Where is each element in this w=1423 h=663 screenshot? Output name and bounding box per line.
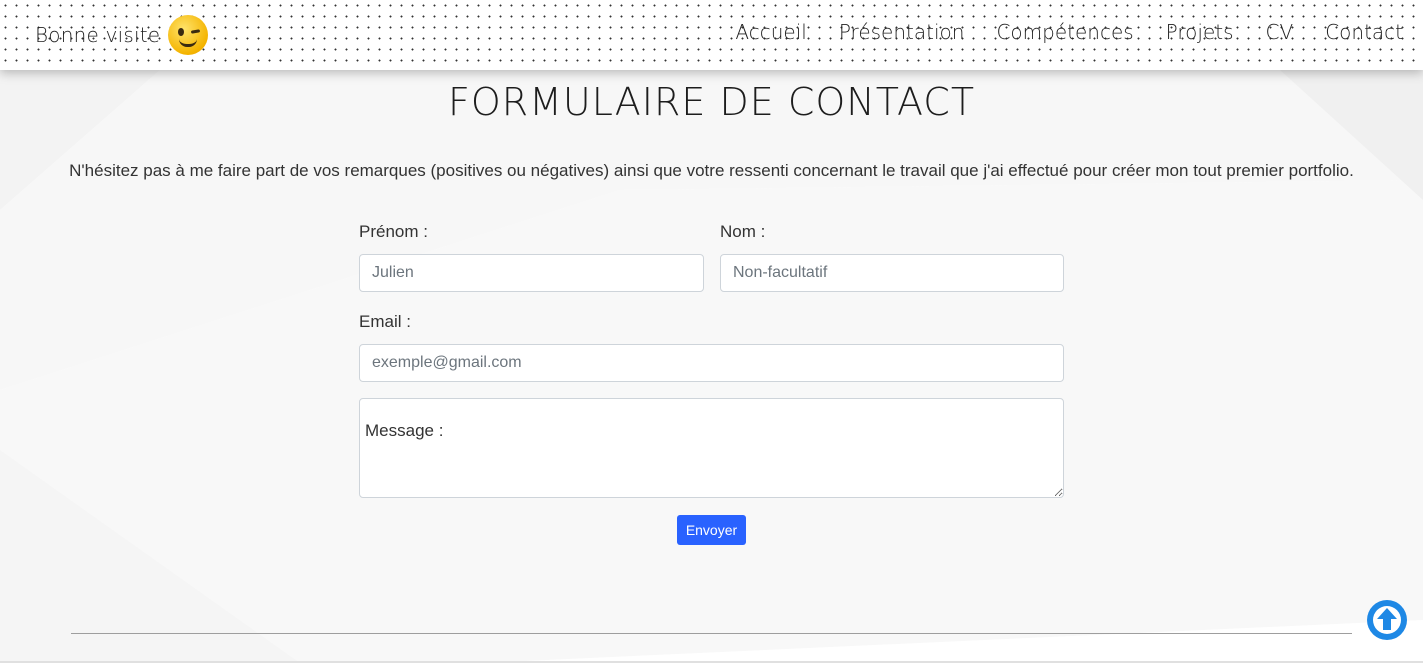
message-textarea[interactable]: [359, 398, 1064, 498]
brand[interactable]: Bonne visite: [35, 15, 209, 55]
nav-link-accueil[interactable]: Accueil: [735, 20, 806, 44]
arrow-up-circle-icon[interactable]: [1367, 600, 1407, 640]
page-title: FORMULAIRE DE CONTACT: [447, 80, 976, 124]
winking-face-icon: [168, 15, 209, 55]
send-button[interactable]: Envoyer: [677, 515, 746, 545]
nav-link-projets[interactable]: Projets: [1166, 20, 1234, 44]
brand-text: Bonne visite: [35, 23, 161, 47]
last-name-label: Nom :: [720, 222, 766, 241]
nav-link-cv[interactable]: CV: [1266, 20, 1294, 44]
first-name-input[interactable]: [359, 254, 704, 292]
intro-text: N'hésitez pas à me faire part de vos rem…: [69, 161, 1354, 180]
footer-divider: [71, 633, 1352, 634]
last-name-input[interactable]: [720, 254, 1064, 292]
nav-link-competences[interactable]: Compétences: [996, 20, 1133, 44]
first-name-label: Prénom :: [359, 222, 428, 241]
email-input[interactable]: [359, 344, 1064, 382]
email-label: Email :: [359, 312, 411, 331]
top-navbar: Bonne visite Accueil Présentation Compét…: [0, 0, 1423, 70]
nav-link-presentation[interactable]: Présentation: [839, 20, 965, 44]
nav-link-contact[interactable]: Contact: [1325, 20, 1403, 44]
main-nav: Accueil Présentation Compétences Projets…: [735, 20, 1403, 44]
